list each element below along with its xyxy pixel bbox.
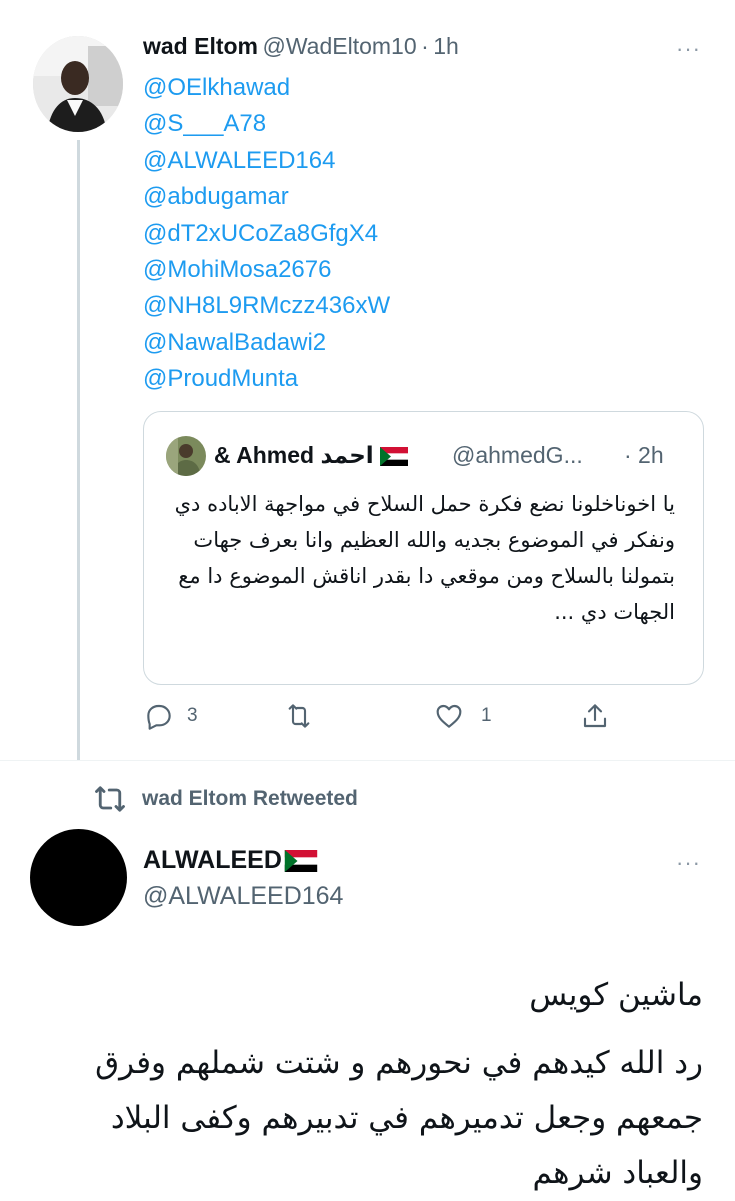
- tweet-text-line: ماشين كويس: [529, 977, 703, 1013]
- like-button[interactable]: 1: [433, 700, 492, 732]
- retweet-context[interactable]: wad Eltom Retweeted: [92, 784, 358, 814]
- quoted-author-handle[interactable]: @ahmedG...: [452, 442, 583, 469]
- mention-link[interactable]: @MohiMosa2676: [143, 252, 390, 288]
- quoted-author-name[interactable]: & Ahmed احمد: [214, 442, 409, 469]
- like-count: 1: [481, 705, 492, 726]
- author-handle[interactable]: @ALWALEED164: [143, 882, 343, 911]
- tweet-text: ماشين كويس رد الله كيدهم في نحورهم و شتت…: [43, 970, 703, 1201]
- mention-link[interactable]: @S___A78: [143, 106, 390, 142]
- tweet-text-paragraph: رد الله كيدهم في نحورهم و شتت شملهم وفرق…: [95, 1045, 703, 1191]
- thread-line: [77, 140, 80, 760]
- reply-icon: [147, 704, 171, 730]
- mentions-list: @OElkhawad @S___A78 @ALWALEED164 @abduga…: [143, 70, 390, 398]
- mention-link[interactable]: @ProudMunta: [143, 361, 390, 397]
- quoted-avatar-photo: [166, 436, 206, 476]
- retweet-label: wad Eltom Retweeted: [142, 787, 358, 810]
- quoted-tweet[interactable]: & Ahmed احمد @ahmedG... · 2h يا اخوناخلو…: [143, 411, 704, 685]
- author-name-text: ALWALEED: [143, 846, 282, 874]
- tweet-actions: 3 1: [143, 700, 663, 740]
- quoted-author-name-text: & Ahmed احمد: [214, 442, 374, 468]
- more-icon[interactable]: ···: [676, 850, 701, 876]
- mention-link[interactable]: @OElkhawad: [143, 70, 390, 106]
- mention-link[interactable]: @abdugamar: [143, 179, 390, 215]
- retweet-context-icon: [95, 786, 125, 812]
- quoted-tweet-time[interactable]: · 2h: [624, 442, 664, 469]
- more-icon[interactable]: ···: [676, 36, 701, 62]
- author-name[interactable]: ALWALEED: [143, 846, 318, 875]
- like-icon: [436, 704, 462, 728]
- author-handle[interactable]: @WadEltom10: [262, 33, 416, 59]
- mention-link[interactable]: @NawalBadawi2: [143, 325, 390, 361]
- mention-link[interactable]: @ALWALEED164: [143, 143, 390, 179]
- reply-button[interactable]: 3: [143, 700, 198, 732]
- reply-count: 3: [187, 705, 198, 726]
- retweet-button[interactable]: [283, 700, 325, 732]
- tweet-divider: [0, 760, 735, 761]
- avatar-photo: [33, 36, 123, 132]
- share-icon: [583, 704, 607, 728]
- sudan-flag-icon: [380, 447, 409, 467]
- mention-link[interactable]: @dT2xUCoZa8GfgX4: [143, 216, 390, 252]
- time-separator: ·: [421, 33, 429, 59]
- share-button[interactable]: [579, 700, 611, 732]
- mention-link[interactable]: @NH8L9RMczz436xW: [143, 288, 390, 324]
- retweet-icon: [288, 704, 310, 728]
- author-avatar[interactable]: [30, 829, 127, 926]
- author-name[interactable]: wad Eltom: [143, 33, 258, 59]
- quoted-tweet-text: يا اخوناخلونا نضع فكرة حمل السلاح في موا…: [174, 492, 675, 624]
- tweet-time[interactable]: 1h: [433, 33, 459, 59]
- sudan-flag-icon: [284, 849, 318, 872]
- tweet-header: wad Eltom @WadEltom10 · 1h: [143, 33, 459, 60]
- quoted-author-avatar[interactable]: [166, 436, 206, 476]
- author-avatar[interactable]: [33, 36, 123, 132]
